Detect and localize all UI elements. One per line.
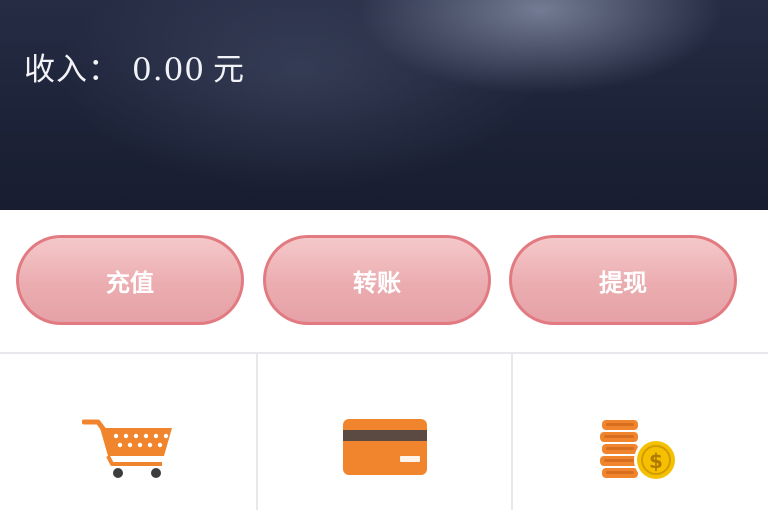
income-amount: 0.00 [132,52,206,88]
income-label: 收入： [24,52,120,88]
bank-card-icon [342,418,428,480]
withdraw-button[interactable]: 提现 [509,235,737,325]
wallet-screen: 收入： 0.00 元 充值 转账 提现 $ [0,0,768,510]
transfer-button[interactable]: 转账 [263,235,491,325]
income-unit: 元 [213,52,246,88]
shopping-cart-icon [81,416,174,484]
income-row: 收入： 0.00 元 [24,44,245,89]
feature-cell-bank-card[interactable] [256,354,511,510]
balance-banner: 收入： 0.00 元 [0,0,768,210]
coins-icon: $ [598,416,682,490]
recharge-button[interactable]: 充值 [16,235,244,325]
feature-cell-shopping[interactable] [0,354,255,510]
feature-grid: $ [0,354,768,510]
svg-text:$: $ [649,449,663,473]
action-buttons-row: 充值 转账 提现 [0,210,768,352]
feature-cell-coins[interactable]: $ [511,354,766,510]
